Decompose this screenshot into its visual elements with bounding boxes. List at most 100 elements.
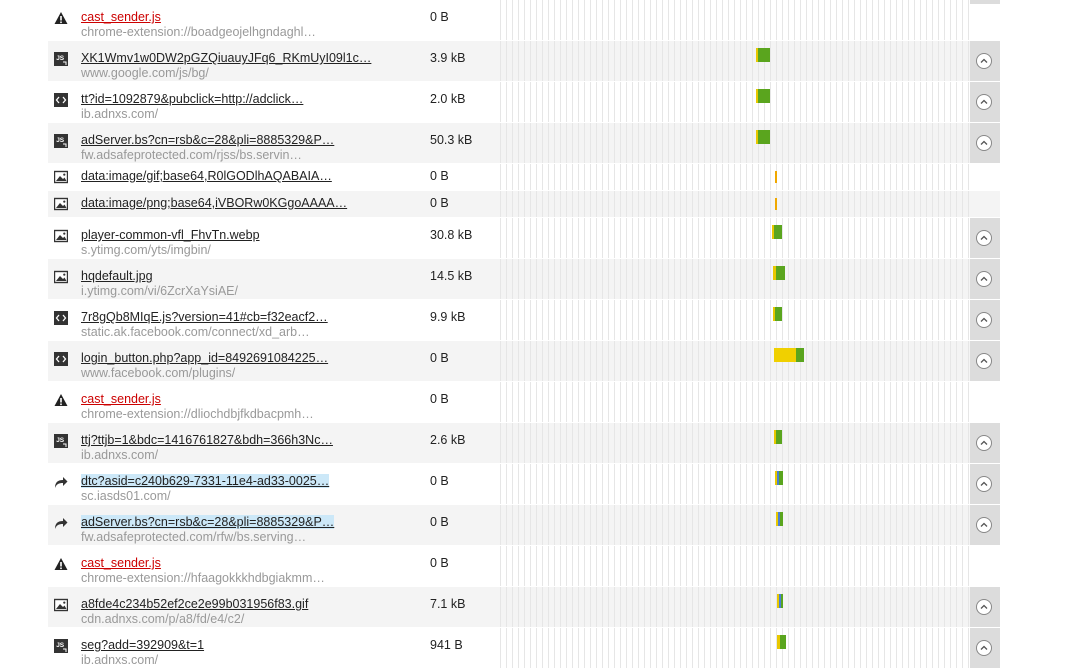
- waterfall-track: [500, 423, 970, 463]
- request-domain: ib.adnxs.com/: [81, 448, 159, 462]
- svg-text:JS: JS: [56, 437, 65, 444]
- request-size: 0 B: [430, 392, 449, 406]
- request-domain: s.ytimg.com/yts/imgbin/: [81, 243, 211, 257]
- request-row[interactable]: JS XK1Wmv1w0DW2pGZQiuauyJFq6_RKmUyI09l1c……: [48, 41, 1000, 82]
- request-size: 0 B: [430, 196, 449, 210]
- expand-column: [970, 587, 1000, 627]
- request-row[interactable]: cast_sender.js chrome-extension://hfaagok…: [48, 546, 1000, 587]
- expand-up-icon[interactable]: [976, 517, 992, 533]
- request-size: 9.9 kB: [430, 310, 466, 324]
- waterfall-track: [500, 123, 970, 163]
- expand-column: [970, 259, 1000, 299]
- request-size: 0 B: [430, 515, 449, 529]
- redirect-icon: [54, 475, 68, 489]
- expand-up-icon[interactable]: [976, 53, 992, 69]
- request-row[interactable]: JS adServer.bs?cn=rsb&c=28&pli=8885329&P……: [48, 123, 1000, 164]
- script-icon: JS: [54, 434, 68, 448]
- expand-column: [970, 300, 1000, 340]
- request-domain: chrome-extension://dliochdbjfkdbacpmh…: [81, 407, 314, 421]
- waterfall-track: [500, 218, 970, 258]
- redirect-icon: [54, 516, 68, 530]
- waterfall-bar-segment: [796, 348, 804, 362]
- request-url-link[interactable]: hqdefault.jpg: [81, 269, 411, 283]
- request-domain: i.ytimg.com/vi/6ZcrXaYsiAE/: [81, 284, 238, 298]
- waterfall-track: [500, 41, 970, 81]
- image-icon: [53, 197, 69, 211]
- request-size: 7.1 kB: [430, 597, 466, 611]
- expand-up-icon[interactable]: [976, 271, 992, 287]
- request-row[interactable]: dtc?asid=c240b629-7331-11e4-ad33-0025… sc…: [48, 464, 1000, 505]
- waterfall-track: [500, 82, 970, 122]
- request-url-link[interactable]: data:image/gif;base64,R0lGODlhAQABAIA…: [81, 169, 411, 183]
- request-size: 0 B: [430, 474, 449, 488]
- expand-column: [970, 423, 1000, 463]
- request-url-link[interactable]: adServer.bs?cn=rsb&c=28&pli=8885329&P…: [81, 133, 411, 147]
- request-url-link[interactable]: ttj?ttjb=1&bdc=1416761827&bdh=366h3Nc…: [81, 433, 411, 447]
- request-url-link[interactable]: adServer.bs?cn=rsb&c=28&pli=8885329&P…: [81, 515, 411, 529]
- request-url-link[interactable]: login_button.php?app_id=8492691084225…: [81, 351, 411, 365]
- request-row[interactable]: hqdefault.jpg i.ytimg.com/vi/6ZcrXaYsiAE/…: [48, 259, 1000, 300]
- expand-up-icon[interactable]: [976, 640, 992, 656]
- expand-up-icon[interactable]: [976, 230, 992, 246]
- request-domain: cdn.adnxs.com/p/a8/fd/e4/c2/: [81, 612, 245, 626]
- request-url-link[interactable]: player-common-vfl_FhvTn.webp: [81, 228, 411, 242]
- request-url-link[interactable]: tt?id=1092879&pubclick=http://adclick…: [81, 92, 411, 106]
- request-row[interactable]: tt?id=1092879&pubclick=http://adclick… ib…: [48, 82, 1000, 123]
- request-row[interactable]: cast_sender.js chrome-extension://dliochd…: [48, 382, 1000, 423]
- expand-up-icon[interactable]: [976, 312, 992, 328]
- waterfall-bar-segment: [780, 635, 786, 649]
- request-domain: fw.adsafeprotected.com/rfw/bs.serving…: [81, 530, 307, 544]
- request-url-link[interactable]: a8fde4c234b52ef2ce2e99b031956f83.gif: [81, 597, 411, 611]
- request-row[interactable]: adServer.bs?cn=rsb&c=28&pli=8885329&P… fw…: [48, 505, 1000, 546]
- expand-up-icon[interactable]: [976, 353, 992, 369]
- request-size: 2.6 kB: [430, 433, 466, 447]
- request-row[interactable]: player-common-vfl_FhvTn.webp s.ytimg.com/…: [48, 218, 1000, 259]
- request-row[interactable]: JS ttj?ttjb=1&bdc=1416761827&bdh=366h3Nc……: [48, 423, 1000, 464]
- request-domain: fw.adsafeprotected.com/rjss/bs.servin…: [81, 148, 302, 162]
- waterfall-bar-segment: [774, 307, 783, 321]
- request-url-link[interactable]: 7r8gQb8MIqE.js?version=41#cb=f32eacf2…: [81, 310, 411, 324]
- waterfall-bar-segment: [781, 594, 784, 608]
- image-icon: [53, 270, 69, 284]
- request-url-link[interactable]: cast_sender.js: [81, 556, 411, 570]
- request-domain: www.facebook.com/plugins/: [81, 366, 236, 380]
- request-row[interactable]: data:image/gif;base64,R0lGODlhAQABAIA… 0 …: [48, 164, 1000, 191]
- request-row[interactable]: data:image/png;base64,iVBORw0KGgoAAAA… 0 …: [48, 191, 1000, 218]
- waterfall-track: [500, 505, 970, 545]
- image-icon: [53, 229, 69, 243]
- request-size: 2.0 kB: [430, 92, 466, 106]
- waterfall-bar-segment: [773, 225, 783, 239]
- expand-up-icon[interactable]: [976, 94, 992, 110]
- expand-column: [970, 41, 1000, 81]
- expand-column: [970, 464, 1000, 504]
- request-row[interactable]: cast_sender.js chrome-extension://boadgeo…: [48, 0, 1000, 41]
- request-domain: chrome-extension://hfaagokkkhdbgiakmm…: [81, 571, 325, 585]
- expand-up-icon[interactable]: [976, 435, 992, 451]
- expand-up-icon[interactable]: [976, 476, 992, 492]
- waterfall-track: [500, 341, 970, 381]
- expand-column: [970, 341, 1000, 381]
- request-row[interactable]: 7r8gQb8MIqE.js?version=41#cb=f32eacf2… st…: [48, 300, 1000, 341]
- network-request-table: cast_sender.js chrome-extension://boadgeo…: [48, 0, 1000, 669]
- expand-up-icon[interactable]: [976, 599, 992, 615]
- warning-icon: [54, 11, 68, 25]
- waterfall-track: [500, 382, 970, 422]
- expand-up-icon[interactable]: [976, 135, 992, 151]
- request-url-link[interactable]: cast_sender.js: [81, 10, 411, 24]
- request-row[interactable]: login_button.php?app_id=8492691084225… ww…: [48, 341, 1000, 382]
- request-url-link[interactable]: data:image/png;base64,iVBORw0KGgoAAAA…: [81, 196, 411, 210]
- request-url-link[interactable]: XK1Wmv1w0DW2pGZQiuauyJFq6_RKmUyI09l1c…: [81, 51, 411, 65]
- waterfall-track: [500, 259, 970, 299]
- waterfall-bar-segment: [774, 171, 777, 183]
- waterfall-bar-segment: [776, 430, 782, 444]
- waterfall-track: [500, 587, 970, 627]
- request-url-link[interactable]: cast_sender.js: [81, 392, 411, 406]
- svg-text:JS: JS: [56, 642, 65, 649]
- request-url-link[interactable]: seg?add=392909&t=1: [81, 638, 411, 652]
- request-size: 0 B: [430, 169, 449, 183]
- request-row[interactable]: a8fde4c234b52ef2ce2e99b031956f83.gif cdn.…: [48, 587, 1000, 628]
- expand-column: [970, 218, 1000, 258]
- warning-icon: [54, 557, 68, 571]
- request-domain: sc.iasds01.com/: [81, 489, 171, 503]
- request-url-link[interactable]: dtc?asid=c240b629-7331-11e4-ad33-0025…: [81, 474, 411, 488]
